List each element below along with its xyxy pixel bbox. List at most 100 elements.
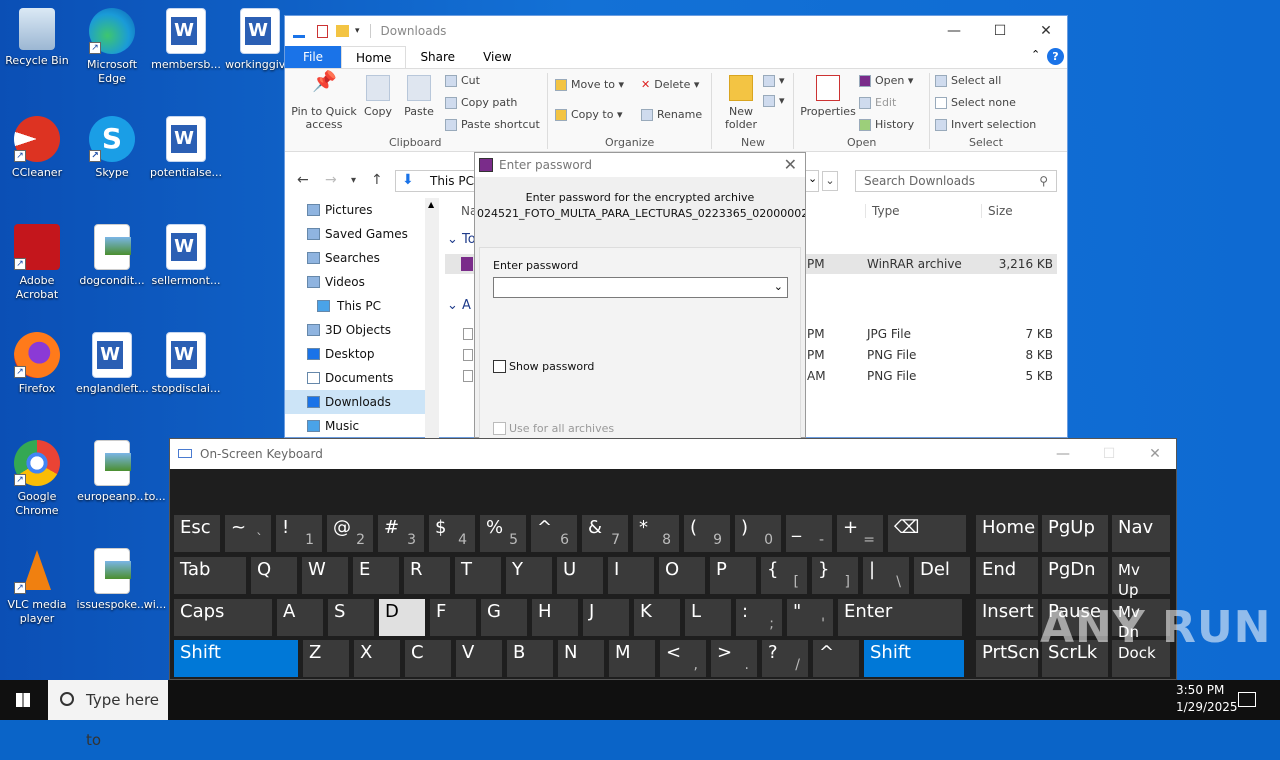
- desktop-icon-membersb[interactable]: membersb...: [150, 8, 222, 72]
- system-clock[interactable]: 3:50 PM 1/29/2025: [1176, 682, 1238, 716]
- key-end[interactable]: End: [976, 557, 1038, 594]
- select-none-button[interactable]: Select none: [935, 93, 1016, 113]
- key-n[interactable]: N: [558, 640, 604, 677]
- column-header-type[interactable]: Type: [865, 204, 900, 218]
- key-q[interactable]: Q: [251, 557, 297, 594]
- checkbox[interactable]: [493, 422, 506, 435]
- key-x[interactable]: X: [354, 640, 400, 677]
- key-del[interactable]: Del: [914, 557, 970, 594]
- key-enter[interactable]: Enter: [838, 599, 962, 636]
- tab-file[interactable]: File: [285, 46, 341, 68]
- key-d[interactable]: D: [379, 599, 425, 636]
- osk-maximize-button[interactable]: ☐: [1086, 439, 1132, 469]
- desktop-icon-ccleaner[interactable]: ↗ CCleaner: [1, 116, 73, 180]
- maximize-button[interactable]: ☐: [977, 16, 1023, 46]
- key-symbol-11[interactable]: {[: [761, 557, 807, 594]
- refresh-icon[interactable]: ⌄: [822, 171, 838, 191]
- key-symbol-5[interactable]: $4: [429, 515, 475, 552]
- key-symbol-9[interactable]: >.: [711, 640, 757, 677]
- scroll-up-icon[interactable]: ▲: [428, 200, 434, 209]
- key-symbol-11[interactable]: ^: [813, 640, 859, 677]
- key-symbol-11[interactable]: ) 0: [735, 515, 781, 552]
- key-prtscn[interactable]: PrtScn: [976, 640, 1040, 677]
- key-c[interactable]: C: [405, 640, 451, 677]
- desktop-icon-skype[interactable]: S ↗ Skype: [76, 116, 148, 180]
- key-symbol-13[interactable]: | \: [863, 557, 909, 594]
- start-button[interactable]: [0, 680, 48, 720]
- notifications-icon[interactable]: [1238, 692, 1256, 707]
- recent-locations-icon[interactable]: ▾: [351, 175, 356, 186]
- group-header-earlier[interactable]: ⌄ A: [447, 298, 471, 313]
- tab-home[interactable]: Home: [341, 46, 407, 68]
- desktop-icon-recycle-bin[interactable]: Recycle Bin: [1, 8, 73, 68]
- help-icon[interactable]: ?: [1047, 48, 1064, 65]
- search-downloads-input[interactable]: Search Downloads ⚲: [855, 170, 1057, 192]
- new-folder-button[interactable]: New folder: [719, 75, 763, 131]
- key-symbol-11[interactable]: " ': [787, 599, 833, 636]
- key-symbol-13[interactable]: + =: [837, 515, 883, 552]
- key-esc[interactable]: Esc: [174, 515, 220, 552]
- up-arrow-icon[interactable]: ↑: [371, 172, 383, 188]
- checkbox[interactable]: [493, 360, 506, 373]
- desktop-icon-vlc[interactable]: ↗ VLC media player: [1, 548, 73, 626]
- properties-icon[interactable]: [317, 24, 328, 38]
- tree-item-saved-games[interactable]: Saved Games: [285, 222, 439, 246]
- key-tab[interactable]: Tab: [174, 557, 246, 594]
- desktop-icon-stopdisclai[interactable]: stopdisclai...: [150, 332, 222, 396]
- group-header-today[interactable]: ⌄ To: [447, 232, 476, 247]
- back-arrow-icon[interactable]: ←: [297, 172, 309, 188]
- key-e[interactable]: E: [353, 557, 399, 594]
- tree-item-pictures[interactable]: Pictures: [285, 198, 439, 222]
- key-w[interactable]: W: [302, 557, 348, 594]
- copy-path-button[interactable]: Copy path: [445, 93, 517, 113]
- tab-share[interactable]: Share: [406, 46, 469, 68]
- key-o[interactable]: O: [659, 557, 705, 594]
- tree-item-searches[interactable]: Searches: [285, 246, 439, 270]
- pin-to-quick-access-button[interactable]: 📌 Pin to Quick access: [291, 71, 357, 131]
- show-password-checkbox[interactable]: Show password: [493, 360, 594, 373]
- properties-button[interactable]: Properties: [799, 75, 857, 118]
- navigation-scrollbar[interactable]: ▲: [425, 198, 439, 438]
- key-l[interactable]: L: [685, 599, 731, 636]
- tree-item-videos[interactable]: Videos: [285, 270, 439, 294]
- paste-shortcut-button[interactable]: Paste shortcut: [445, 115, 540, 135]
- key-symbol-6[interactable]: % 5: [480, 515, 526, 552]
- key-r[interactable]: R: [404, 557, 450, 594]
- use-for-all-archives-checkbox[interactable]: Use for all archives: [493, 422, 614, 435]
- collapse-ribbon-icon[interactable]: ⌃: [1031, 48, 1040, 61]
- down-arrow-icon[interactable]: [293, 24, 305, 38]
- key-symbol-4[interactable]: #3: [378, 515, 424, 552]
- desktop-icon-chrome[interactable]: ↗ Google Chrome: [1, 440, 73, 518]
- key-p[interactable]: P: [710, 557, 756, 594]
- key-pgup[interactable]: PgUp: [1042, 515, 1108, 552]
- osk-minimize-button[interactable]: —: [1040, 439, 1086, 469]
- tree-item-desktop[interactable]: Desktop: [285, 342, 439, 366]
- key-h[interactable]: H: [532, 599, 578, 636]
- move-to-button[interactable]: Move to ▾: [555, 75, 624, 95]
- new-item-button[interactable]: ▾: [763, 71, 785, 91]
- desktop-icon-englandleft[interactable]: englandleft...: [76, 332, 149, 396]
- key-left-shift[interactable]: Shift: [174, 640, 298, 677]
- copy-to-button[interactable]: Copy to ▾: [555, 105, 622, 125]
- close-button[interactable]: ✕: [1023, 16, 1069, 46]
- taskbar-search-input[interactable]: Type here to: [48, 680, 168, 749]
- select-all-button[interactable]: Select all: [935, 71, 1001, 91]
- key-i[interactable]: I: [608, 557, 654, 594]
- key-nav[interactable]: Nav: [1112, 515, 1170, 552]
- key-symbol-8[interactable]: <,: [660, 640, 706, 677]
- key-z[interactable]: Z: [303, 640, 349, 677]
- key-home[interactable]: Home: [976, 515, 1038, 552]
- tree-item-music[interactable]: Music: [285, 414, 439, 438]
- paste-button[interactable]: Paste: [401, 75, 437, 118]
- minimize-button[interactable]: —: [931, 16, 977, 46]
- key-u[interactable]: U: [557, 557, 603, 594]
- key-g[interactable]: G: [481, 599, 527, 636]
- copy-button[interactable]: Copy: [361, 75, 395, 118]
- key-s[interactable]: S: [328, 599, 374, 636]
- folder-icon[interactable]: [336, 25, 349, 37]
- tree-item-downloads[interactable]: Downloads: [285, 390, 439, 414]
- address-this-pc[interactable]: This PC: [430, 174, 474, 188]
- key-symbol-8[interactable]: & 7: [582, 515, 628, 552]
- key-symbol-7[interactable]: ^ 6: [531, 515, 577, 552]
- key-symbol-10[interactable]: :;: [736, 599, 782, 636]
